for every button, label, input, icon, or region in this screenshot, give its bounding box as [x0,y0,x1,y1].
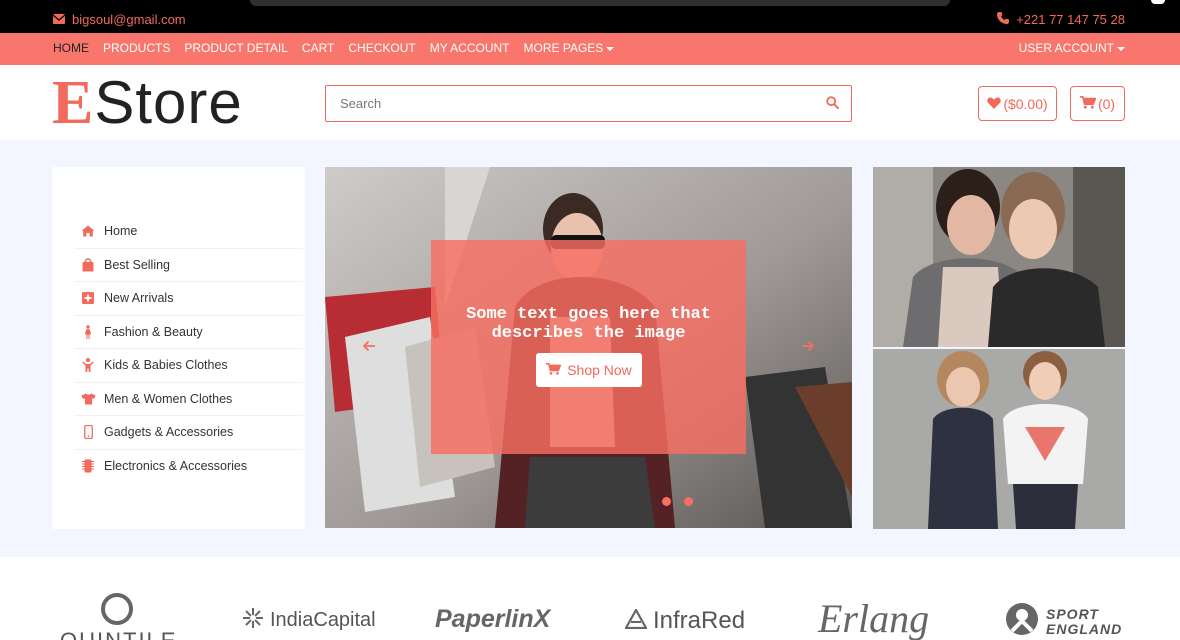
carousel-caption: Some text goes here that describes the i… [466,305,711,343]
contact-email-text: bigsoul@gmail.com [72,12,186,27]
sidebar-item-label: Best Selling [104,257,171,272]
user-account-dropdown[interactable]: USER ACCOUNT [1019,41,1125,55]
shopping-cart-icon [546,362,562,378]
promo-image-kids[interactable] [873,349,1125,529]
sunburst-icon [242,607,264,634]
sidebar-item-home[interactable]: Home [75,215,303,249]
brand-paperlinx[interactable]: PaperlinX [435,605,550,634]
home-icon [80,223,96,239]
window-corner [1151,0,1165,4]
nav-item-home[interactable]: HOME [53,41,89,55]
sidebar-item-new-arrivals[interactable]: New Arrivals [75,282,303,316]
sidebar-item-label: Electronics & Accessories [104,459,248,474]
cart-button[interactable]: (0) [1070,86,1125,121]
sidebar-item-best-selling[interactable]: Best Selling [75,249,303,282]
child-icon [80,357,96,373]
tshirt-icon [80,391,96,407]
sidebar-item-label: Kids & Babies Clothes [104,358,228,373]
nav-item-checkout[interactable]: CHECKOUT [348,41,415,55]
logo-text: Store [94,69,243,136]
user-account-label: USER ACCOUNT [1018,41,1114,55]
nav-item-product-detail[interactable]: PRODUCT DETAIL [184,41,288,55]
nav-links: HOME PRODUCTS PRODUCT DETAIL CART CHECKO… [53,41,628,55]
brand-name: Erlang [818,596,930,640]
category-sidebar: Home Best Selling New Arrivals Fashion &… [52,167,305,529]
search-bar [325,85,852,122]
contact-phone[interactable]: +221 77 147 75 28 [997,12,1125,27]
sidebar-item-gadgets[interactable]: Gadgets & Accessories [75,416,303,450]
kids-photo [873,349,1125,529]
brand-infrared[interactable]: InfraRed [624,607,746,635]
svg-text:QUINTILES: QUINTILES [60,628,178,640]
plus-square-icon [80,290,96,306]
phone-icon [997,12,1010,27]
search-icon[interactable] [826,96,839,114]
contact-email[interactable]: bigsoul@gmail.com [52,12,186,27]
sport-england-logo-icon [1004,601,1040,640]
carousel-indicators [662,497,693,506]
wishlist-button[interactable]: ($0.00) [978,86,1057,121]
shop-now-button[interactable]: Shop Now [536,353,642,387]
carousel-next-arrow-icon[interactable] [801,339,815,357]
wishlist-total: ($0.00) [1003,95,1048,112]
browser-tab-edge [250,0,950,6]
promo-image-women[interactable] [873,167,1125,347]
sidebar-item-label: Men & Women Clothes [104,391,233,406]
microchip-icon [80,458,96,474]
brand-name: InfraRed [653,607,746,634]
female-icon [80,324,96,340]
nav-item-my-account[interactable]: MY ACCOUNT [430,41,510,55]
shopping-bag-icon [80,257,96,273]
category-list: Home Best Selling New Arrivals Fashion &… [75,215,303,483]
sidebar-item-electronics[interactable]: Electronics & Accessories [75,450,303,484]
sidebar-item-fashion-beauty[interactable]: Fashion & Beauty [75,316,303,349]
carousel-dot[interactable] [684,497,693,506]
sidebar-item-kids-babies[interactable]: Kids & Babies Clothes [75,349,303,383]
brand-quintiles[interactable]: QUINTILES [58,590,178,640]
brand-name: PaperlinX [435,605,551,633]
brand-indiacapital[interactable]: IndiaCapital [242,607,376,634]
main-nav: HOME PRODUCTS PRODUCT DETAIL CART CHECKO… [0,33,1180,65]
caret-down-icon [606,46,615,51]
nav-item-cart[interactable]: CART [302,41,334,55]
sidebar-item-label: Fashion & Beauty [104,324,203,339]
brand-sport-england[interactable]: SPORT ENGLAND [1004,601,1121,640]
sidebar-item-label: Home [104,224,138,239]
nav-item-products[interactable]: PRODUCTS [103,41,170,55]
more-pages-label: MORE PAGES [523,41,604,55]
hero-section: Home Best Selling New Arrivals Fashion &… [0,140,1180,557]
shop-now-label: Shop Now [567,362,632,378]
logo-letter: E [52,69,95,137]
cart-count: (0) [1097,95,1116,112]
carousel-dot[interactable] [662,497,671,506]
site-header: EStore ($0.00) (0) [0,65,1180,140]
mobile-icon [80,424,96,440]
brand-logos: QUINTILES IndiaCapital PaperlinX InfraRe… [0,557,1180,640]
heart-icon [987,96,1002,112]
top-bar: bigsoul@gmail.com +221 77 147 75 28 [0,0,1180,33]
site-logo[interactable]: EStore [52,72,243,134]
carousel-prev-arrow-icon[interactable] [362,339,376,357]
search-input[interactable] [340,96,800,111]
triangle-logo-icon [624,607,648,634]
women-photo [873,167,1125,347]
sidebar-item-label: Gadgets & Accessories [104,425,234,440]
brand-erlang[interactable]: Erlang [818,595,929,640]
contact-phone-text: +221 77 147 75 28 [1016,12,1125,27]
brand-name: IndiaCapital [270,609,376,631]
hero-carousel[interactable]: Some text goes here that describes the i… [325,167,852,528]
promo-overlay: Some text goes here that describes the i… [431,240,746,454]
envelope-icon [52,12,66,27]
nav-item-more-pages[interactable]: MORE PAGES [524,41,615,55]
shopping-cart-icon [1079,95,1097,112]
caret-down-icon [1117,46,1125,51]
quintiles-logo-icon: QUINTILES [60,593,178,640]
sidebar-item-men-women[interactable]: Men & Women Clothes [75,383,303,416]
sidebar-item-label: New Arrivals [104,291,174,306]
brand-name: SPORT ENGLAND [1046,605,1123,637]
